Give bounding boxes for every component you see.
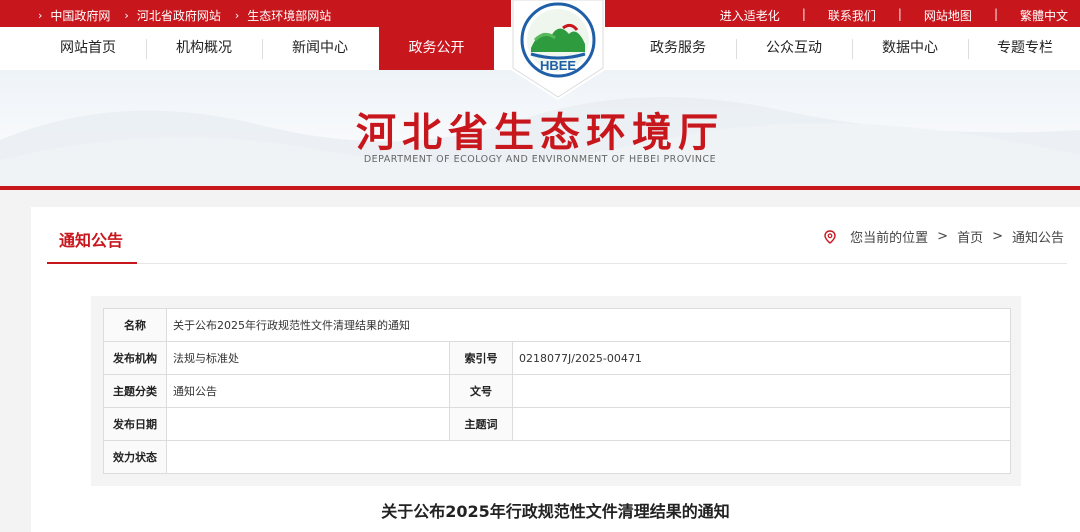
contact-link[interactable]: 联系我们 [828, 7, 876, 24]
top-link-gov-cn[interactable]: › 中国政府网 [38, 7, 110, 24]
section-title: 通知公告 [59, 231, 124, 250]
logo-text: HBEE [540, 58, 576, 73]
top-link-hebei-gov[interactable]: › 河北省政府网站 [124, 7, 220, 24]
nav-divider [262, 39, 263, 59]
hbee-logo-icon: HBEE [511, 0, 605, 100]
meta-value-date [166, 407, 450, 441]
location-breadcrumb: 您当前的位置 > 首页 > 通知公告 [824, 227, 1064, 246]
chevron-right-icon: › [234, 9, 240, 22]
meta-value-docno [512, 374, 1011, 408]
top-breadcrumbs: › 中国政府网 › 河北省政府网站 › 生态环境部网站 [38, 7, 345, 24]
banner-divider [0, 186, 1080, 190]
nav-divider [736, 39, 737, 59]
nav-item-services[interactable]: 政务服务 [622, 27, 734, 70]
nav-item-gov-affairs[interactable]: 政务公开 [379, 27, 494, 70]
nav-item-home[interactable]: 网站首页 [32, 27, 144, 70]
link-separator: | [993, 7, 998, 21]
site-logo[interactable]: HBEE [511, 0, 605, 100]
table-row: 效力状态 [103, 440, 1011, 474]
top-link-label: 中国政府网 [50, 9, 111, 23]
nav-item-interaction[interactable]: 公众互动 [738, 27, 850, 70]
meta-label-status: 效力状态 [103, 440, 167, 474]
table-row: 发布日期 主题词 [103, 407, 1011, 441]
meta-value-name: 关于公布2025年行政规范性文件清理结果的通知 [166, 308, 1011, 342]
top-link-mee[interactable]: › 生态环境部网站 [235, 7, 331, 24]
banner-title: 河北省生态环境厅 [356, 109, 724, 156]
content-card: 通知公告 您当前的位置 > 首页 > 通知公告 名称 关于公布2025年行政规范… [31, 207, 1080, 532]
breadcrumb-separator: > [992, 229, 1003, 244]
breadcrumb-home-link[interactable]: 首页 [957, 227, 983, 246]
meta-label-category: 主题分类 [103, 374, 167, 408]
banner-subtitle: DEPARTMENT OF ECOLOGY AND ENVIRONMENT OF… [363, 154, 717, 165]
traditional-chinese-link[interactable]: 繁體中文 [1020, 7, 1068, 24]
meta-value-keyword [512, 407, 1011, 441]
top-link-label: 生态环境部网站 [247, 9, 332, 23]
meta-label-date: 发布日期 [103, 407, 167, 441]
section-title-underline [47, 262, 137, 264]
link-separator: | [897, 7, 902, 21]
chevron-right-icon: › [124, 9, 129, 22]
section-divider [47, 263, 1067, 264]
nav-item-about[interactable]: 机构概况 [148, 27, 260, 70]
chevron-right-icon: › [38, 9, 43, 22]
nav-item-news[interactable]: 新闻中心 [264, 27, 376, 70]
location-label: 您当前的位置 [850, 231, 929, 246]
table-row: 主题分类 通知公告 文号 [103, 374, 1011, 408]
elder-mode-link[interactable]: 进入适老化 [720, 7, 780, 24]
meta-label-index: 索引号 [449, 341, 513, 375]
link-separator: | [801, 7, 806, 21]
nav-divider [852, 39, 853, 59]
top-utility-links: 进入适老化 | 联系我们 | 网站地图 | 繁體中文 [720, 7, 1068, 24]
meta-value-index: 0218077J/2025-00471 [512, 341, 1011, 375]
document-title: 关于公布2025年行政规范性文件清理结果的通知 [381, 502, 730, 521]
meta-value-status [166, 440, 1011, 474]
breadcrumb-current-link[interactable]: 通知公告 [1012, 227, 1064, 246]
location-pin-icon [824, 229, 836, 244]
breadcrumb-separator: > [937, 229, 949, 244]
meta-label-keyword: 主题词 [449, 407, 513, 441]
meta-value-category: 通知公告 [166, 374, 450, 408]
table-row: 名称 关于公布2025年行政规范性文件清理结果的通知 [103, 308, 1011, 342]
meta-label-name: 名称 [103, 308, 167, 342]
meta-label-org: 发布机构 [103, 341, 167, 375]
top-link-label: 河北省政府网站 [136, 9, 221, 23]
nav-divider [146, 39, 147, 59]
table-row: 发布机构 法规与标准处 索引号 0218077J/2025-00471 [103, 341, 1011, 375]
meta-label-docno: 文号 [449, 374, 513, 408]
nav-item-data[interactable]: 数据中心 [854, 27, 966, 70]
document-meta-table: 名称 关于公布2025年行政规范性文件清理结果的通知 发布机构 法规与标准处 索… [103, 308, 1011, 474]
nav-item-topics[interactable]: 专题专栏 [970, 27, 1080, 70]
sitemap-link[interactable]: 网站地图 [924, 7, 972, 24]
meta-value-org: 法规与标准处 [166, 341, 450, 375]
nav-divider [968, 39, 969, 59]
